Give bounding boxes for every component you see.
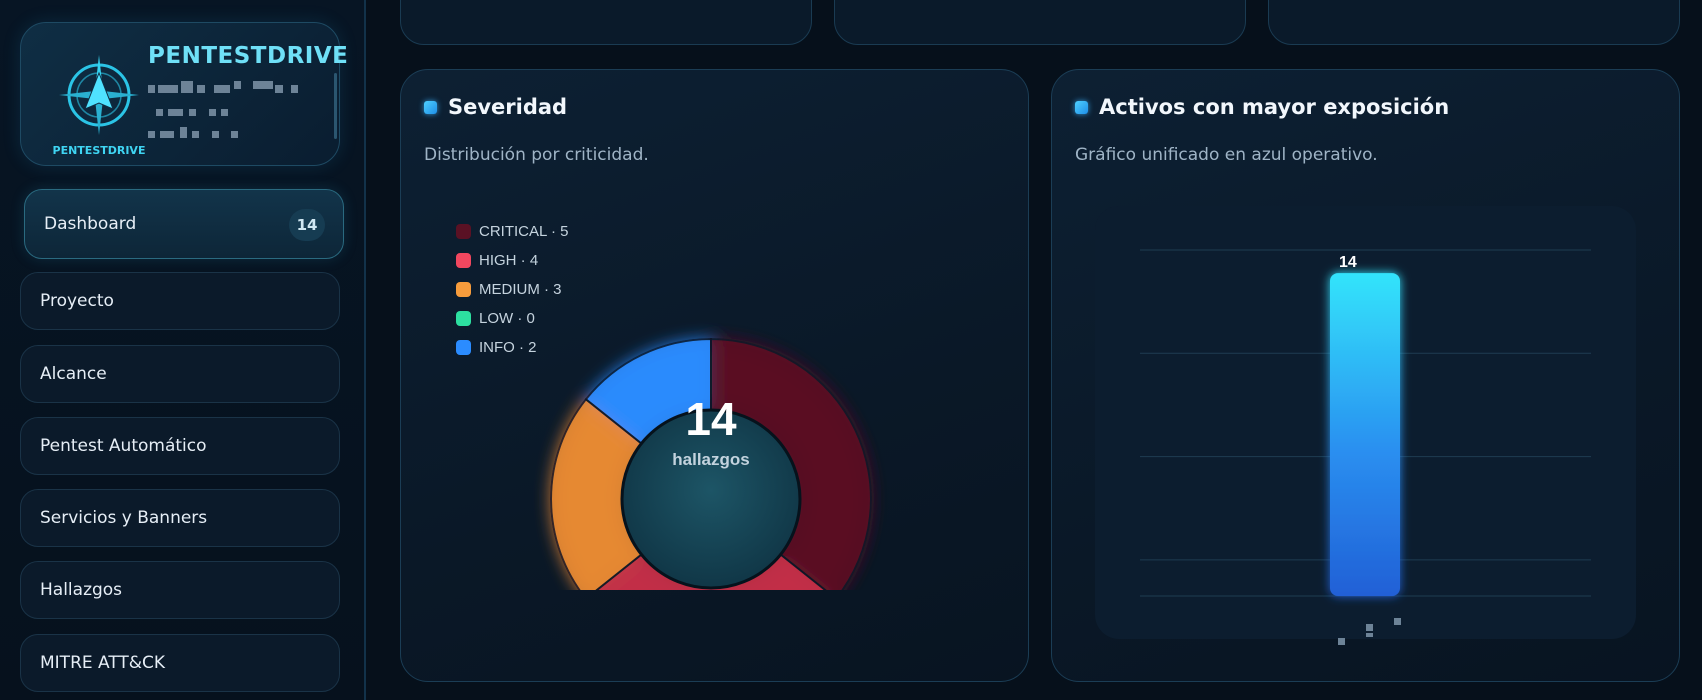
sidebar-item-label: Proyecto [40,291,114,311]
sidebar-item-label: Dashboard [44,214,137,234]
logo-text: PENTESTDRIVE [53,144,146,157]
sidebar-item-pentest-automatico[interactable]: Pentest Automático [20,417,340,475]
sidebar-item-alcance[interactable]: Alcance [20,345,340,403]
exposure-bar-chart: 14 [1140,249,1591,597]
panel-title: Severidad [448,95,568,119]
legend-item[interactable]: MEDIUM · 3 [456,275,568,304]
panel-subtitle: Gráfico unificado en azul operativo. [1075,145,1378,165]
legend-label: INFO · 2 [479,339,537,356]
legend-label: MEDIUM · 3 [479,281,562,298]
sidebar-item-label: Servicios y Banners [40,508,208,528]
pentestdrive-logo: PENTESTDRIVE [53,55,146,157]
donut-total-label: hallazgos [672,450,750,469]
legend-swatch [456,340,471,355]
donut-total: 14 [685,393,737,445]
sidebar-item-label: Pentest Automático [40,436,207,456]
legend-swatch [456,311,471,326]
count-badge: 14 [289,209,325,241]
panel-marker-icon [424,101,437,114]
legend-item[interactable]: INFO · 2 [456,333,568,362]
legend-swatch [456,253,471,268]
legend-item[interactable]: CRITICAL · 5 [456,217,568,246]
legend-item[interactable]: HIGH · 4 [456,246,568,275]
panel-title: Activos con mayor exposición [1099,95,1450,119]
legend-label: CRITICAL · 5 [479,223,569,240]
brand-card: PENTESTDRIVE PENTESTDRIVE [20,22,348,166]
stat-card [834,0,1246,45]
exposure-panel: Activos con mayor exposición Gráfico uni… [1051,69,1680,682]
severity-panel: Severidad Distribución por criticidad. 1… [400,69,1029,682]
legend-label: LOW · 0 [479,310,535,327]
bar-value-label: 14 [1339,254,1357,271]
sidebar-item-servicios-banners[interactable]: Servicios y Banners [20,489,340,547]
legend-swatch [456,224,471,239]
sidebar-item-label: MITRE ATT&CK [40,653,166,673]
stat-card [1268,0,1680,45]
stat-card [400,0,812,45]
sidebar-item-dashboard[interactable]: Dashboard 14 [24,189,344,259]
sidebar-item-label: Alcance [40,364,107,384]
sidebar-item-proyecto[interactable]: Proyecto [20,272,340,330]
chart-legend: CRITICAL · 5 HIGH · 4 MEDIUM · 3 LOW · 0… [456,217,568,362]
brand-title: PENTESTDRIVE [148,43,349,69]
sidebar: PENTESTDRIVE PENTESTDRIVE Dashboard 14 P… [0,0,366,700]
bar-chart-frame: 14 [1095,206,1636,639]
legend-swatch [456,282,471,297]
sidebar-item-mitre-attack[interactable]: MITRE ATT&CK [20,634,340,692]
sidebar-item-label: Hallazgos [40,580,123,600]
panel-subtitle: Distribución por criticidad. [424,145,649,165]
panel-marker-icon [1075,101,1088,114]
legend-item[interactable]: LOW · 0 [456,304,568,333]
sidebar-item-hallazgos[interactable]: Hallazgos [20,561,340,619]
bar[interactable] [1330,273,1400,596]
legend-label: HIGH · 4 [479,252,539,269]
brand-scrollbar[interactable] [334,73,337,139]
